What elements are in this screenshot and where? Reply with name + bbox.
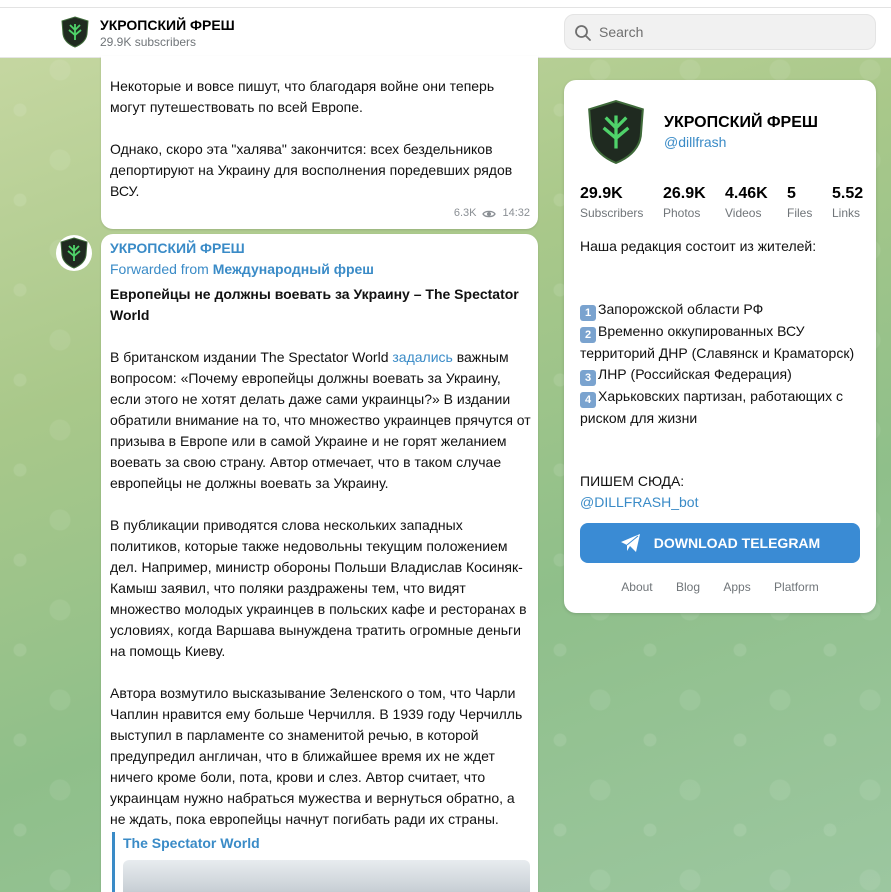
description-item: 4 Харьковских партизан, работающих с	[580, 386, 870, 408]
channel-handle-link[interactable]: @dillfrash	[664, 134, 726, 150]
channel-header: УКРОПСКИЙ ФРЕШ 29.9K subscribers	[0, 8, 891, 58]
forwarded-line: Forwarded from Международный фреш	[110, 259, 374, 280]
preview-image[interactable]	[123, 860, 530, 892]
message-text-line: ВСУ.	[110, 183, 140, 199]
footer-links: About Blog Apps Platform	[564, 580, 876, 594]
message-text: Европейцы не должны воевать за Украину –…	[110, 284, 532, 851]
preview-site-name: The Spectator World	[123, 835, 260, 851]
footer-link-about[interactable]: About	[621, 580, 652, 594]
message-author[interactable]: УКРОПСКИЙ ФРЕШ	[110, 238, 245, 259]
keycap-3-icon: 3	[580, 370, 596, 386]
link-preview[interactable]: The Spectator World	[112, 832, 530, 892]
stat-subscribers[interactable]: 29.9K Subscribers	[580, 184, 643, 222]
search-input[interactable]	[599, 15, 859, 49]
shield-logo-icon	[588, 99, 644, 165]
message-text-line: могут путешествовать по всей Европе.	[110, 99, 363, 115]
message-paragraph: Автора возмутило высказывание Зеленского…	[110, 685, 523, 827]
message-paragraph: В британском издании The Spectator World…	[110, 349, 531, 491]
description-item-cont: территорий ДНР (Славянск и Краматорск)	[580, 345, 855, 361]
channel-avatar[interactable]	[58, 15, 92, 49]
description-item-cont: риском для жизни	[580, 410, 698, 426]
message-text-line: Однако, скоро эта "халява" закончится: в…	[110, 141, 493, 157]
stat-photos[interactable]: 26.9K Photos	[663, 184, 706, 222]
message-paragraph: В публикации приводятся слова нескольких…	[110, 517, 527, 659]
message-text-line: депортируют на Украину для восполнения п…	[110, 162, 513, 178]
description-item: 2 Временно оккупированных ВСУ	[580, 321, 870, 343]
card-channel-title: УКРОПСКИЙ ФРЕШ	[664, 114, 818, 131]
contact-label: ПИШЕМ СЮДА:	[580, 473, 685, 489]
stat-videos[interactable]: 4.46K Videos	[725, 184, 768, 222]
channel-avatar-large	[580, 96, 652, 168]
stat-links[interactable]: 5.52 Links	[832, 184, 863, 222]
stat-files[interactable]: 5 Files	[787, 184, 812, 222]
message-bubble: УКРОПСКИЙ ФРЕШ Forwarded from Международ…	[101, 234, 538, 892]
channel-title[interactable]: УКРОПСКИЙ ФРЕШ	[100, 17, 235, 33]
shield-logo-icon	[60, 237, 88, 269]
forwarded-source-link[interactable]: Международный фреш	[213, 261, 374, 277]
channel-stats: 29.9K Subscribers 26.9K Photos 4.46K Videos…	[580, 184, 876, 224]
description-item: 3 ЛНР (Российская Федерация)	[580, 364, 870, 386]
footer-link-blog[interactable]: Blog	[676, 580, 700, 594]
message-bubble: Некоторые и вовсе пишут, что благодаря в…	[101, 56, 538, 229]
inline-link[interactable]: задались	[392, 349, 452, 365]
search-icon	[575, 25, 591, 41]
description-item: 1 Запорожской области РФ	[580, 299, 870, 321]
post-author-avatar[interactable]	[56, 235, 92, 271]
paper-plane-icon	[620, 534, 640, 552]
keycap-4-icon: 4	[580, 392, 596, 408]
download-telegram-button[interactable]: DOWNLOAD TELEGRAM	[580, 523, 860, 563]
shield-logo-icon	[61, 16, 89, 48]
browser-top-edge	[0, 0, 891, 8]
keycap-2-icon: 2	[580, 327, 596, 343]
message-meta: 6.3K 14:32	[454, 203, 530, 224]
message-time: 14:32	[502, 207, 530, 219]
footer-link-apps[interactable]: Apps	[723, 580, 750, 594]
footer-link-platform[interactable]: Platform	[774, 580, 819, 594]
channel-description: Наша редакция состоит из жителей: 1 Запор…	[580, 236, 870, 513]
channel-info-card: УКРОПСКИЙ ФРЕШ @dillfrash 29.9K Subscribe…	[564, 80, 876, 613]
search-box[interactable]	[564, 14, 876, 50]
view-count: 6.3K	[453, 207, 477, 219]
bot-link[interactable]: @DILLFRASH_bot	[580, 492, 870, 513]
message-headline: Европейцы не должны воевать за Украину –…	[110, 286, 519, 323]
description-intro: Наша редакция состоит из жителей:	[580, 238, 817, 254]
eye-icon	[482, 210, 497, 217]
keycap-1-icon: 1	[580, 305, 596, 321]
subscriber-count: 29.9K subscribers	[100, 35, 197, 49]
message-text-line: Некоторые и вовсе пишут, что благодаря в…	[110, 78, 495, 94]
download-label: DOWNLOAD TELEGRAM	[653, 535, 821, 551]
forwarded-label: Forwarded from	[110, 261, 209, 277]
